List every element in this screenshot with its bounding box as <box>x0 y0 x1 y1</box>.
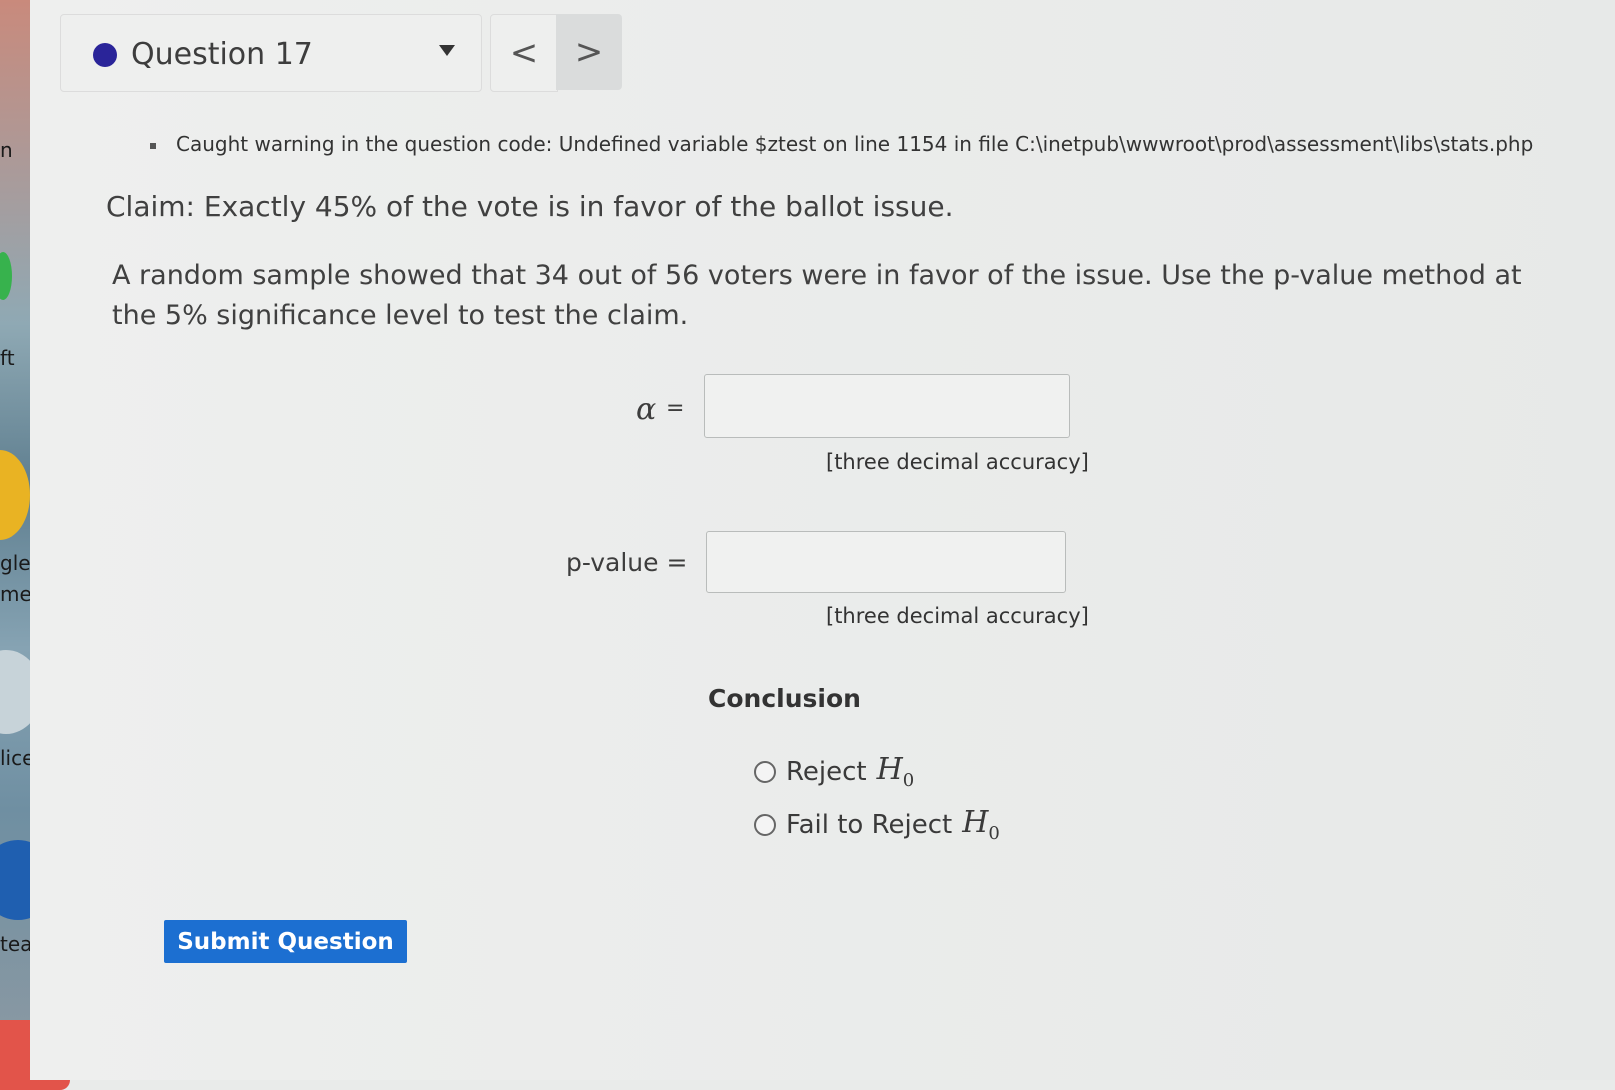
question-selector[interactable]: Question 17 <box>60 14 482 92</box>
pvalue-label: p-value = <box>566 548 688 577</box>
previous-question-button[interactable]: < <box>490 14 558 92</box>
bullet-icon <box>150 142 156 149</box>
pvalue-accuracy-hint: [three decimal accuracy] <box>826 604 1089 628</box>
problem-text: A random sample showed that 34 out of 56… <box>112 260 1522 331</box>
question-title: Question 17 <box>131 37 313 72</box>
alpha-symbol: α <box>636 392 657 427</box>
question-status-dot <box>93 43 117 67</box>
fail-to-reject-h0-radio[interactable] <box>754 813 776 836</box>
reject-h0-option[interactable]: Reject H0 <box>754 752 914 791</box>
desktop-icon-label: gle <box>0 551 31 575</box>
conclusion-heading: Conclusion <box>708 684 861 713</box>
chevron-left-icon: < <box>509 33 539 73</box>
hypothesis-symbol: H0 <box>876 752 915 791</box>
reject-h0-radio[interactable] <box>754 760 776 783</box>
desktop-icon-label: ft <box>0 346 15 370</box>
next-question-button[interactable]: > <box>556 14 622 90</box>
desktop-icon-label: me <box>0 582 32 606</box>
desktop-icon-label: n <box>0 138 13 162</box>
warning-text: Caught warning in the question code: Und… <box>176 132 1534 156</box>
warning-message: Caught warning in the question code: Und… <box>150 132 1533 156</box>
fail-to-reject-h0-option[interactable]: Fail to Reject H0 <box>754 805 1000 844</box>
pvalue-input[interactable] <box>706 531 1066 593</box>
alpha-accuracy-hint: [three decimal accuracy] <box>826 450 1089 474</box>
chrome-icon[interactable] <box>0 450 30 540</box>
alpha-equals: = <box>666 396 685 421</box>
chevron-right-icon: > <box>574 32 604 72</box>
hypothesis-symbol: H0 <box>962 805 1000 844</box>
dropdown-caret-icon[interactable] <box>439 45 455 56</box>
alpha-input[interactable] <box>704 374 1070 438</box>
assessment-page: Question 17 < > Caught warning in the qu… <box>30 0 1615 1080</box>
option-label: Fail to Reject <box>786 809 953 840</box>
desktop-app-icon[interactable] <box>0 252 12 300</box>
submit-question-button[interactable]: Submit Question <box>164 920 407 963</box>
option-label: Reject <box>786 756 867 787</box>
claim-text: Claim: Exactly 45% of the vote is in fav… <box>106 190 954 223</box>
